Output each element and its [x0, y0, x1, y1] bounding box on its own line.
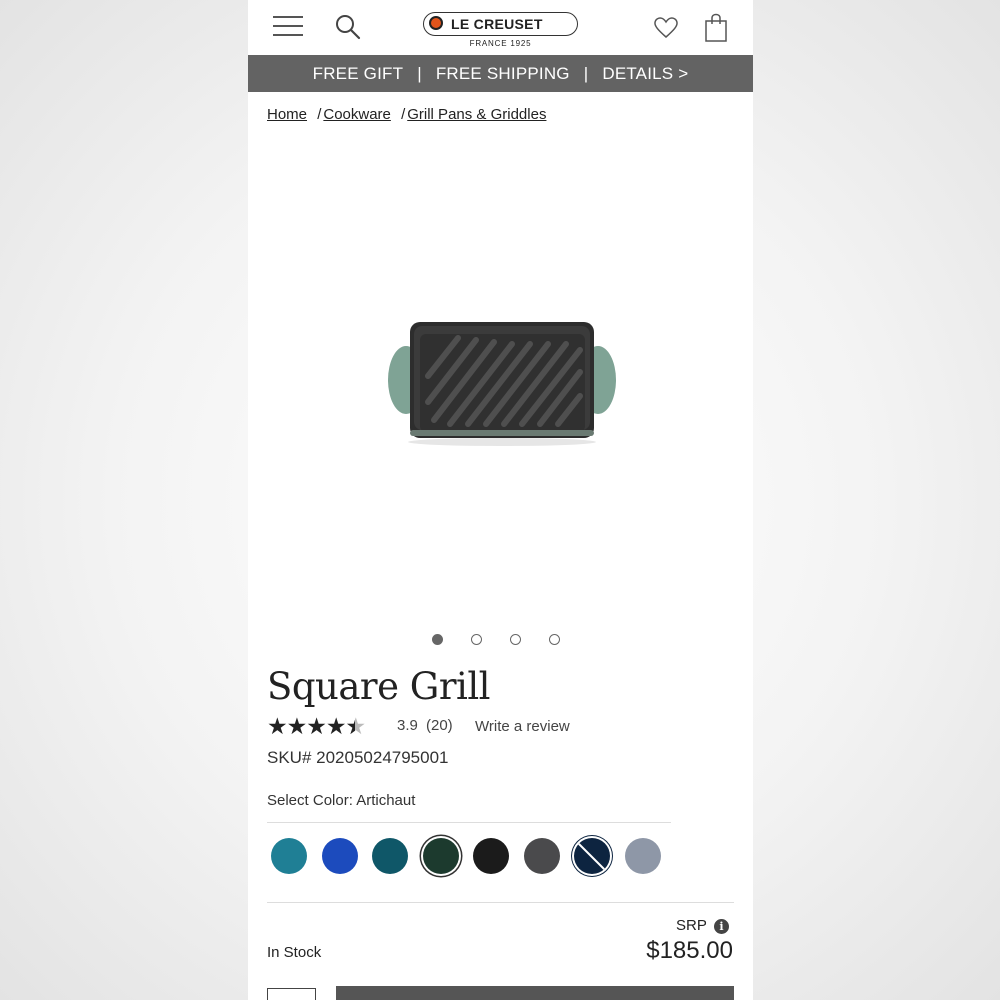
breadcrumb-separator: /	[317, 106, 322, 123]
breadcrumb-cookware[interactable]: Cookware	[323, 106, 391, 123]
gallery-pagination	[248, 634, 753, 648]
gallery-dot-3[interactable]	[510, 634, 521, 645]
logo-name: LE CREUSET	[451, 16, 543, 32]
color-swatch-graphite[interactable]	[524, 838, 560, 874]
product-gallery[interactable]	[248, 140, 753, 620]
logo-badge: LE CREUSET	[423, 12, 578, 36]
brand-logo[interactable]: LE CREUSET FRANCE 1925	[423, 12, 578, 52]
logo-tagline: FRANCE 1925	[469, 39, 532, 48]
search-icon	[336, 15, 361, 40]
product-title: Square Grill	[267, 665, 491, 708]
mobile-page: LE CREUSET FRANCE 1925 FREE GIFT | FREE …	[248, 0, 753, 1000]
quantity-selector[interactable]	[267, 988, 316, 1000]
promo-details-link[interactable]: DETAILS >	[602, 64, 688, 84]
color-swatch-deep-teal[interactable]	[372, 838, 408, 874]
color-swatch-black[interactable]	[473, 838, 509, 874]
promo-free-gift[interactable]: FREE GIFT	[313, 64, 404, 84]
star-icon: ★	[267, 713, 288, 739]
breadcrumb-grill-pans[interactable]: Grill Pans & Griddles	[407, 106, 546, 123]
star-icon: ★	[286, 713, 308, 739]
bag-button[interactable]	[704, 13, 728, 43]
gallery-dot-1[interactable]	[432, 634, 443, 645]
promo-separator: |	[583, 63, 589, 83]
wishlist-button[interactable]	[653, 16, 679, 40]
unavailable-slash-icon	[576, 841, 606, 871]
hamburger-icon-line	[273, 34, 303, 36]
product-sku: SKU# 20205024795001	[267, 748, 449, 767]
divider	[267, 822, 671, 823]
stock-status: In Stock	[267, 944, 322, 961]
star-rating: ★★★★★	[267, 713, 367, 740]
color-swatch-artichaut[interactable]	[423, 838, 459, 874]
hamburger-icon-line	[273, 25, 303, 27]
srp-label: SRP	[676, 917, 707, 934]
hamburger-icon	[273, 16, 303, 18]
breadcrumb: Home / Cookware / Grill Pans & Griddles	[267, 106, 546, 123]
breadcrumb-separator: /	[401, 106, 406, 123]
menu-button[interactable]	[273, 14, 303, 38]
color-swatch-navy-unavailable[interactable]	[574, 838, 610, 874]
write-review-link[interactable]: Write a review	[475, 718, 570, 735]
color-swatch-blue[interactable]	[322, 838, 358, 874]
review-count[interactable]: (20)	[426, 717, 453, 734]
star-icon: ★	[306, 713, 327, 739]
logo-mark-icon	[429, 16, 443, 30]
color-swatches	[248, 838, 753, 878]
gallery-dot-4[interactable]	[549, 634, 560, 645]
breadcrumb-home[interactable]: Home	[267, 106, 307, 123]
star-icon: ★	[325, 713, 347, 739]
shopping-bag-icon	[705, 13, 727, 42]
site-header: LE CREUSET FRANCE 1925	[248, 0, 753, 55]
color-label: Select Color: Artichaut	[267, 792, 416, 809]
search-button[interactable]	[334, 13, 362, 41]
promo-bar: FREE GIFT | FREE SHIPPING | DETAILS >	[248, 55, 753, 92]
product-image	[388, 322, 616, 446]
info-icon[interactable]: i	[714, 919, 729, 934]
rating-value: 3.9	[397, 717, 418, 734]
color-swatch-grey-blue[interactable]	[625, 838, 661, 874]
product-price: $185.00	[646, 937, 733, 964]
color-swatch-teal[interactable]	[271, 838, 307, 874]
star-half-icon: ★	[346, 713, 367, 740]
heart-icon	[654, 17, 678, 38]
promo-separator: |	[417, 63, 422, 83]
divider	[267, 902, 734, 903]
gallery-dot-2[interactable]	[471, 634, 482, 645]
add-to-cart-button[interactable]	[336, 986, 734, 1000]
promo-free-shipping[interactable]: FREE SHIPPING	[436, 64, 570, 84]
rating-row: ★★★★★ 3.9 (20) Write a review	[267, 713, 737, 740]
